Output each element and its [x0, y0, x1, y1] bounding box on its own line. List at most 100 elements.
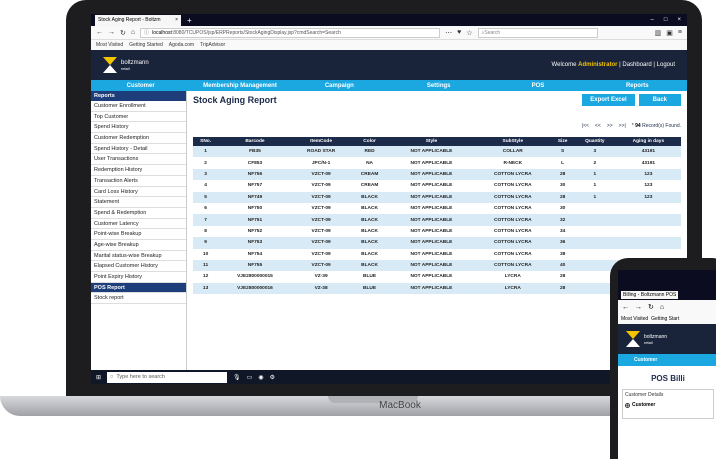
table-cell: VZCT-09: [291, 248, 351, 260]
menu-pos[interactable]: POS: [488, 83, 587, 89]
table-row[interactable]: 8 NF752 VZCT-09 BLACK NOT APPLICABLE COTTON L…: [193, 225, 681, 238]
sidebar-item[interactable]: Point-wise Breakup: [91, 229, 186, 240]
table-body: 1 FB35 ROAD STAR RED NOT APPLICABLE COLLAR S 3 4…: [193, 146, 681, 295]
sidebar-item[interactable]: Spend & Redemption: [91, 208, 186, 219]
taskbar-search-input[interactable]: ○ Type here to search: [107, 371, 228, 383]
table-row[interactable]: 13 VJE2800000016 VZ-38 BLUE NOT APPLICABLE LY…: [193, 282, 681, 295]
table-row[interactable]: 6 NF750 VZCT-09 BLACK NOT APPLICABLE COTTON L…: [193, 202, 681, 215]
sidebar-item[interactable]: Marital status-wise Breakup: [91, 251, 186, 262]
back-button[interactable]: Back: [638, 94, 681, 106]
bookmark-most-visited[interactable]: Most Visited: [96, 42, 123, 48]
close-icon[interactable]: ×: [175, 17, 178, 23]
sidebar-item[interactable]: Spend History - Detail: [91, 144, 186, 155]
forward-icon[interactable]: →: [108, 29, 115, 36]
library-icon[interactable]: ▥: [655, 29, 662, 37]
customer-details-fieldset: Customer Details Customer: [622, 389, 714, 419]
microphone-icon[interactable]: 🎙: [233, 374, 241, 381]
table-row[interactable]: 1 FB35 ROAD STAR RED NOT APPLICABLE COLLAR S 3 4…: [193, 146, 681, 158]
close-window-icon[interactable]: ×: [677, 17, 681, 23]
back-icon[interactable]: ←: [622, 304, 629, 311]
export-excel-button[interactable]: Export Excel: [582, 94, 635, 106]
table-row[interactable]: 9 NF753 VZCT-09 BLACK NOT APPLICABLE COTTON L…: [193, 237, 681, 249]
pocket-icon[interactable]: ♥: [457, 29, 461, 36]
next-page-link[interactable]: >>: [607, 123, 613, 131]
sidebar-item[interactable]: User Transactions: [91, 154, 186, 166]
table-cell: FB35: [218, 146, 292, 158]
bookmark-most-visited[interactable]: Most Visited: [621, 316, 648, 322]
page-title: Stock Aging Report: [193, 95, 277, 105]
browser-search-input[interactable]: ⌕ Search: [477, 27, 598, 38]
info-icon: ⓘ: [144, 30, 150, 36]
sidebar-item[interactable]: Age-wise Breakup: [91, 240, 186, 251]
menu-customer[interactable]: Customer: [91, 83, 190, 89]
page-actions-icon[interactable]: ⋯: [445, 29, 452, 37]
bookmark-tripadvisor[interactable]: TripAdvisor: [200, 42, 225, 48]
reload-icon[interactable]: ↻: [648, 303, 654, 311]
sidebar-item[interactable]: Customer Latency: [91, 219, 186, 230]
table-cell: BLACK: [350, 259, 389, 272]
sidebar-item[interactable]: Elapsed Customer History: [91, 261, 186, 272]
home-icon[interactable]: ⌂: [131, 29, 135, 36]
maximize-icon[interactable]: □: [664, 17, 668, 23]
table-row[interactable]: 2 CF853 JPC/N-1 NA NOT APPLICABLE R-NECK L 2 431…: [193, 157, 681, 169]
table-row[interactable]: 10 NF754 VZCT-09 BLACK NOT APPLICABLE COTTON …: [193, 248, 681, 260]
bookmark-star-icon[interactable]: ☆: [466, 29, 472, 37]
customer-radio[interactable]: Customer: [625, 402, 711, 408]
table-row[interactable]: 3 NF756 VZCT-09 CREAM NOT APPLICABLE COTTON L…: [193, 168, 681, 181]
menu-reports[interactable]: Reports: [588, 83, 687, 89]
prev-page-link[interactable]: <<: [595, 123, 601, 131]
browser-tab[interactable]: Stock Aging Report - Boltzm ×: [95, 14, 181, 26]
table-cell: [573, 237, 616, 249]
table-cell: NF752: [218, 225, 292, 238]
table-cell: 28: [551, 168, 574, 181]
table-row[interactable]: 12 VJE2800000015 VZ-39 BLUE NOT APPLICABLE LY…: [193, 271, 681, 283]
minimize-icon[interactable]: –: [651, 17, 654, 23]
sidebar-item[interactable]: Customer Redemption: [91, 133, 186, 144]
menu-membership[interactable]: Membership Management: [190, 83, 289, 89]
phone-page-title: POS Billi: [651, 374, 685, 383]
sidebar-item[interactable]: Top Customer: [91, 112, 186, 123]
last-page-link[interactable]: >>|: [619, 123, 626, 131]
sidebar-item[interactable]: Spend History: [91, 122, 186, 134]
table-cell: 40: [551, 259, 574, 272]
logout-link[interactable]: Logout: [657, 62, 675, 68]
firefox-icon[interactable]: ◉: [258, 374, 263, 381]
sidebar-item[interactable]: Redemption History: [91, 165, 186, 176]
bookmark-getting-started[interactable]: Getting Start: [651, 316, 679, 322]
phone-menu-customer[interactable]: Customer: [618, 354, 716, 366]
home-icon[interactable]: ⌂: [660, 304, 664, 311]
table-row[interactable]: 7 NF751 VZCT-09 BLACK NOT APPLICABLE COTTON L…: [193, 214, 681, 226]
app-logo[interactable]: boltzmann retail: [103, 57, 149, 73]
sidebar-item[interactable]: Transaction Alerts: [91, 176, 186, 187]
menu-campaign[interactable]: Campaign: [290, 83, 389, 89]
table-cell: BLACK: [350, 202, 389, 215]
sidebar-item[interactable]: Customer Enrollment: [91, 101, 186, 112]
task-view-icon[interactable]: ▭: [247, 374, 253, 381]
sidebar-item[interactable]: Point Expiry History: [91, 272, 186, 283]
new-tab-button[interactable]: +: [187, 16, 192, 25]
sidebar-item[interactable]: Card Loss History: [91, 187, 186, 198]
table-row[interactable]: 4 NF757 VZCT-09 CREAM NOT APPLICABLE COTTON L…: [193, 180, 681, 192]
logo-mark-icon: [103, 57, 117, 73]
app-icon[interactable]: ⚙: [270, 374, 275, 381]
dashboard-link[interactable]: Dashboard: [622, 62, 651, 68]
tab-title: Stock Aging Report - Boltzm: [98, 17, 161, 23]
back-icon[interactable]: ←: [96, 29, 103, 36]
phone-tab-title[interactable]: Billing - Boltzmann POS: [621, 291, 679, 299]
reload-icon[interactable]: ↻: [120, 29, 126, 37]
menu-icon[interactable]: ≡: [678, 29, 682, 36]
sidebar-item-pos-report[interactable]: POS Report: [91, 282, 186, 294]
table-cell: VZCT-09: [291, 191, 351, 203]
forward-icon[interactable]: →: [635, 304, 642, 311]
bookmark-getting-started[interactable]: Getting Started: [129, 42, 163, 48]
bookmark-agoda[interactable]: Agoda.com: [169, 42, 194, 48]
menu-settings[interactable]: Settings: [389, 83, 488, 89]
table-row[interactable]: 11 NF755 VZCT-09 BLACK NOT APPLICABLE COTTON …: [193, 259, 681, 272]
sidebar-item[interactable]: Statement: [91, 197, 186, 208]
sidebar-item-stock-report[interactable]: Stock report: [91, 293, 186, 305]
table-row[interactable]: 5 NF749 VZCT-09 BLACK NOT APPLICABLE COTTON L…: [193, 191, 681, 203]
windows-start-icon[interactable]: ⊞: [96, 374, 101, 381]
sidebar-icon[interactable]: ▣: [666, 29, 673, 37]
url-bar[interactable]: ⓘ localhost:8080/TCUPOS/jsp/ERPReports/S…: [140, 27, 441, 38]
first-page-link[interactable]: |<<: [582, 123, 589, 131]
